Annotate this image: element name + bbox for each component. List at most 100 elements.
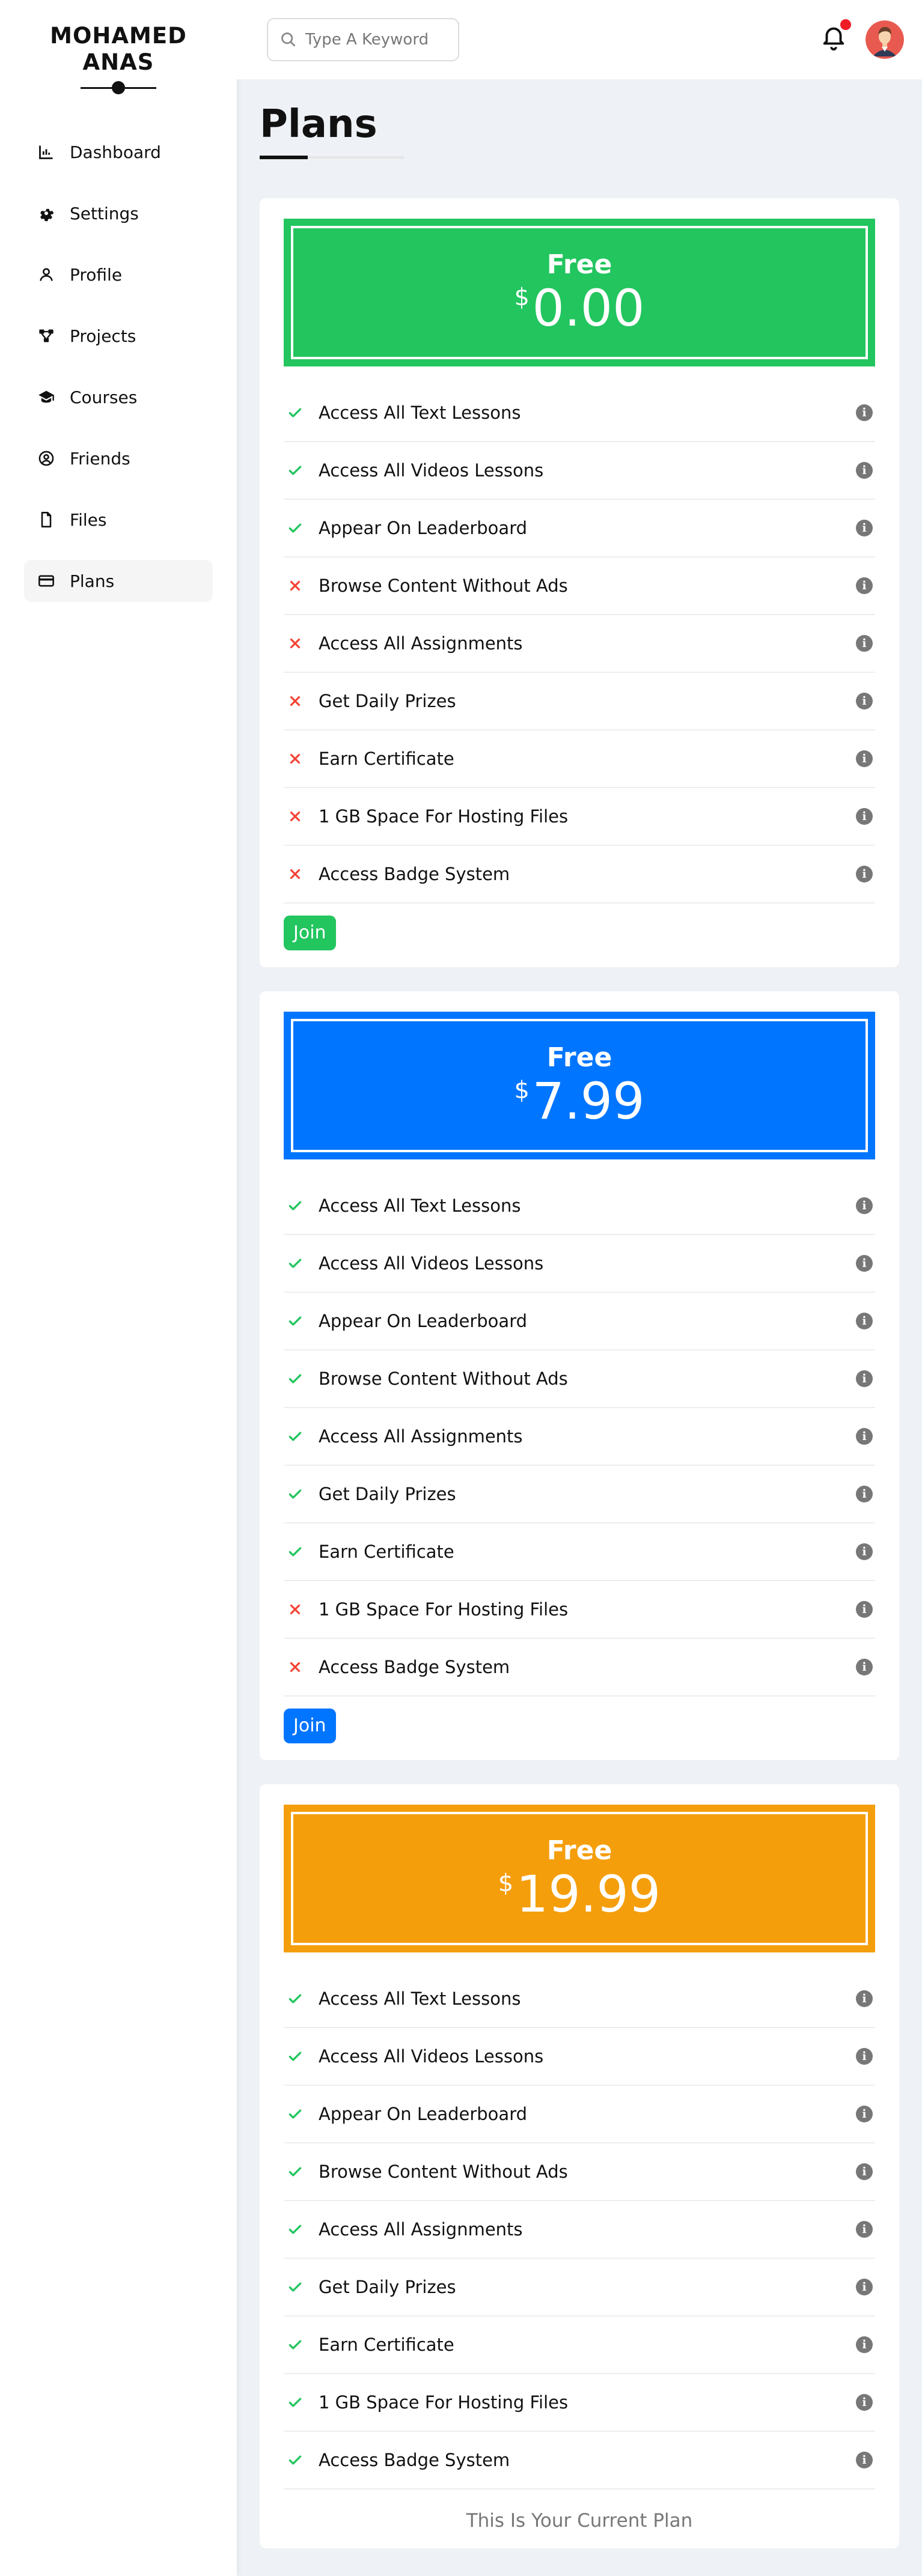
sidebar-item-files[interactable]: Files — [24, 499, 213, 541]
feature-item: Access All Videos Lessons i — [284, 442, 875, 500]
avatar[interactable] — [866, 20, 904, 59]
info-icon[interactable]: i — [856, 635, 873, 652]
diagram-icon — [37, 327, 55, 345]
check-icon — [286, 1543, 304, 1561]
join-button[interactable]: Join — [284, 916, 336, 950]
info-icon[interactable]: i — [856, 866, 873, 882]
notifications-button[interactable] — [820, 19, 851, 55]
sidebar-item-courses[interactable]: Courses — [24, 376, 213, 418]
cross-icon — [286, 634, 304, 652]
feature-item: Access Badge System i — [284, 846, 875, 904]
check-icon — [286, 404, 304, 422]
plan-price: $19.99 — [498, 1867, 661, 1922]
feature-label: 1 GB Space For Hosting Files — [319, 2392, 569, 2413]
feature-label: Access All Videos Lessons — [319, 460, 544, 481]
info-icon[interactable]: i — [856, 2394, 873, 2411]
info-icon[interactable]: i — [856, 1255, 873, 1272]
feature-label: Access All Text Lessons — [319, 1195, 521, 1216]
brand-logo: MOHAMED ANAS — [0, 23, 237, 76]
info-icon[interactable]: i — [856, 750, 873, 767]
feature-label: Access Badge System — [319, 1657, 510, 1677]
check-icon — [286, 2451, 304, 2469]
cross-icon — [286, 692, 304, 710]
check-icon — [286, 2393, 304, 2411]
feature-label: Earn Certificate — [319, 2334, 454, 2355]
info-icon[interactable]: i — [856, 520, 873, 536]
info-icon[interactable]: i — [856, 1313, 873, 1329]
search-input[interactable] — [305, 31, 444, 49]
info-icon[interactable]: i — [856, 1428, 873, 1445]
feature-label: Get Daily Prizes — [319, 1484, 456, 1504]
sidebar-item-label: Courses — [70, 387, 138, 407]
check-icon — [286, 2105, 304, 2123]
plan-header-inner: Free $7.99 — [291, 1019, 868, 1152]
feature-item: Earn Certificate i — [284, 2316, 875, 2374]
feature-label: Access All Assignments — [319, 2219, 523, 2240]
feature-item: Browse Content Without Ads i — [284, 1350, 875, 1408]
feature-label: Access All Assignments — [319, 1426, 523, 1447]
info-icon[interactable]: i — [856, 1543, 873, 1560]
info-icon[interactable]: i — [856, 808, 873, 825]
sidebar-item-profile[interactable]: Profile — [24, 254, 213, 296]
plan-header: Free $0.00 — [284, 219, 875, 366]
info-icon[interactable]: i — [856, 2221, 873, 2238]
sidebar-item-settings[interactable]: Settings — [24, 192, 213, 234]
check-icon — [286, 1990, 304, 2008]
gear-icon — [37, 204, 55, 222]
feature-label: Access Badge System — [319, 2450, 510, 2470]
info-icon[interactable]: i — [856, 2452, 873, 2468]
cross-icon — [286, 1600, 304, 1618]
info-icon[interactable]: i — [856, 1601, 873, 1618]
sidebar-item-projects[interactable]: Projects — [24, 315, 213, 357]
join-button[interactable]: Join — [284, 1709, 336, 1743]
feature-item: Appear On Leaderboard i — [284, 2086, 875, 2143]
feature-item: Access All Text Lessons i — [284, 384, 875, 442]
info-icon[interactable]: i — [856, 577, 873, 594]
feature-item: Access All Assignments i — [284, 1408, 875, 1466]
info-icon[interactable]: i — [856, 693, 873, 709]
plan-name: Free — [546, 1835, 612, 1866]
check-icon — [286, 2163, 304, 2181]
info-icon[interactable]: i — [856, 2279, 873, 2295]
info-icon[interactable]: i — [856, 2163, 873, 2180]
info-icon[interactable]: i — [856, 2048, 873, 2065]
check-icon — [286, 2278, 304, 2296]
search-box[interactable] — [267, 18, 459, 61]
sidebar-item-dashboard[interactable]: Dashboard — [24, 131, 213, 173]
info-icon[interactable]: i — [856, 462, 873, 479]
info-icon[interactable]: i — [856, 2336, 873, 2353]
feature-label: Access All Videos Lessons — [319, 1253, 544, 1274]
feature-list: Access All Text Lessons i Access All Video… — [284, 1970, 875, 2489]
plan-card: Free $7.99 Access All Text Lessons i Access … — [260, 991, 899, 1760]
info-icon[interactable]: i — [856, 2106, 873, 2122]
feature-label: 1 GB Space For Hosting Files — [319, 806, 569, 827]
plan-header-inner: Free $19.99 — [291, 1812, 868, 1945]
check-icon — [286, 2220, 304, 2238]
check-icon — [286, 2336, 304, 2354]
brand-divider — [81, 80, 156, 95]
search-icon — [281, 32, 296, 47]
feature-item: Appear On Leaderboard i — [284, 1293, 875, 1350]
info-icon[interactable]: i — [856, 1197, 873, 1214]
feature-item: 1 GB Space For Hosting Files i — [284, 2374, 875, 2432]
sidebar-item-label: Projects — [70, 326, 136, 346]
brand-line-1: MOHAMED — [50, 23, 187, 49]
page-title: Plans — [260, 102, 377, 147]
info-icon[interactable]: i — [856, 1370, 873, 1387]
info-icon[interactable]: i — [856, 1659, 873, 1675]
user-circle-icon — [37, 449, 55, 467]
sidebar-item-label: Friends — [70, 448, 130, 469]
feature-label: Access All Videos Lessons — [319, 2046, 544, 2067]
cross-icon — [286, 750, 304, 768]
price-value: 19.99 — [516, 1865, 661, 1924]
feature-label: Appear On Leaderboard — [319, 1311, 528, 1331]
sidebar-item-friends[interactable]: Friends — [24, 437, 213, 479]
info-icon[interactable]: i — [856, 404, 873, 421]
info-icon[interactable]: i — [856, 1990, 873, 2007]
plan-header: Free $7.99 — [284, 1012, 875, 1159]
check-icon — [286, 1427, 304, 1445]
currency-symbol: $ — [514, 1077, 530, 1104]
info-icon[interactable]: i — [856, 1486, 873, 1502]
plan-card: Free $19.99 Access All Text Lessons i Access… — [260, 1784, 899, 2548]
sidebar-item-plans[interactable]: Plans — [24, 560, 213, 602]
